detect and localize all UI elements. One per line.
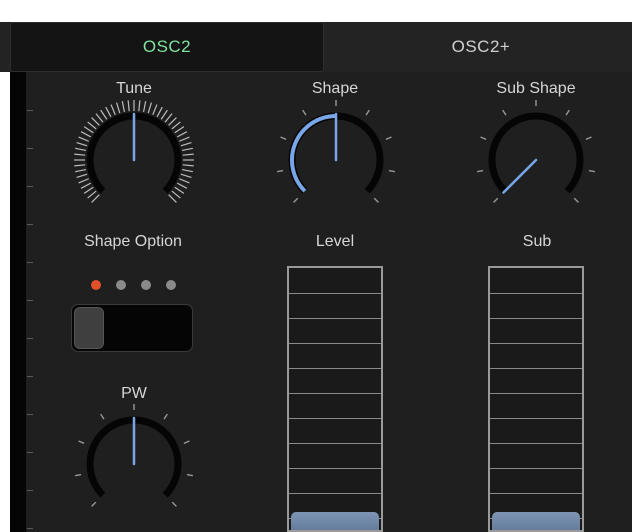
sub-shape-knob[interactable] xyxy=(466,100,606,210)
fader-gridline xyxy=(490,493,582,494)
fader-gridline xyxy=(289,468,381,469)
fader-gridline xyxy=(490,343,582,344)
tune-knob[interactable] xyxy=(64,100,204,210)
fader-gridline xyxy=(289,418,381,419)
tune-label: Tune xyxy=(116,80,152,97)
fader-gridline xyxy=(490,293,582,294)
fader-gridline xyxy=(289,368,381,369)
sub-fader[interactable] xyxy=(488,266,584,532)
window-top-strip xyxy=(0,0,632,22)
shape-option-dot xyxy=(141,280,151,290)
pw-knob[interactable] xyxy=(64,404,204,514)
tab-bar: OSC2 OSC2+ xyxy=(0,22,632,72)
shape-option-dot xyxy=(166,280,176,290)
fader-gridline xyxy=(289,343,381,344)
ruler-tick xyxy=(27,528,33,529)
shape-option-dot xyxy=(91,280,101,290)
ruler-tick xyxy=(27,452,33,453)
fader-gridline xyxy=(490,418,582,419)
fader-gridline xyxy=(289,493,381,494)
sub-shape-label: Sub Shape xyxy=(496,80,576,97)
ruler-tick xyxy=(27,148,33,149)
fader-gridline xyxy=(289,393,381,394)
tab-osc2-plus-label: OSC2+ xyxy=(451,37,511,56)
ruler-tick xyxy=(27,262,33,263)
shape-option-switch-handle[interactable] xyxy=(74,307,104,349)
left-edge xyxy=(0,72,10,532)
fader-gridline xyxy=(289,293,381,294)
ruler-tick xyxy=(27,300,33,301)
shape-option-indicator xyxy=(91,280,181,292)
ruler-tick xyxy=(27,376,33,377)
ruler-tick xyxy=(27,490,33,491)
level-fader[interactable] xyxy=(287,266,383,532)
ruler-tick xyxy=(27,338,33,339)
fader-gridline xyxy=(289,318,381,319)
shape-option-dot xyxy=(116,280,126,290)
fader-thumb[interactable] xyxy=(492,512,580,530)
ruler-tick xyxy=(27,414,33,415)
tab-osc2-label: OSC2 xyxy=(142,37,192,56)
ruler-tick xyxy=(27,186,33,187)
ruler-tick xyxy=(27,110,33,111)
fader-gridline xyxy=(289,443,381,444)
fader-thumb[interactable] xyxy=(291,512,379,530)
tab-osc2[interactable]: OSC2 xyxy=(10,22,324,72)
shape-option-label: Shape Option xyxy=(84,233,182,250)
level-label: Level xyxy=(315,233,355,250)
fader-gridline xyxy=(490,468,582,469)
ruler-tick xyxy=(27,224,33,225)
tab-osc2-plus[interactable]: OSC2+ xyxy=(330,22,632,72)
pw-label: PW xyxy=(121,385,147,402)
fader-gridline xyxy=(490,443,582,444)
left-side-bar xyxy=(10,72,26,532)
shape-knob[interactable] xyxy=(266,100,406,210)
shape-label: Shape xyxy=(311,80,359,97)
fader-gridline xyxy=(490,318,582,319)
sub-label: Sub xyxy=(522,233,552,250)
fader-gridline xyxy=(490,393,582,394)
shape-option-switch[interactable] xyxy=(71,304,193,352)
fader-gridline xyxy=(490,368,582,369)
